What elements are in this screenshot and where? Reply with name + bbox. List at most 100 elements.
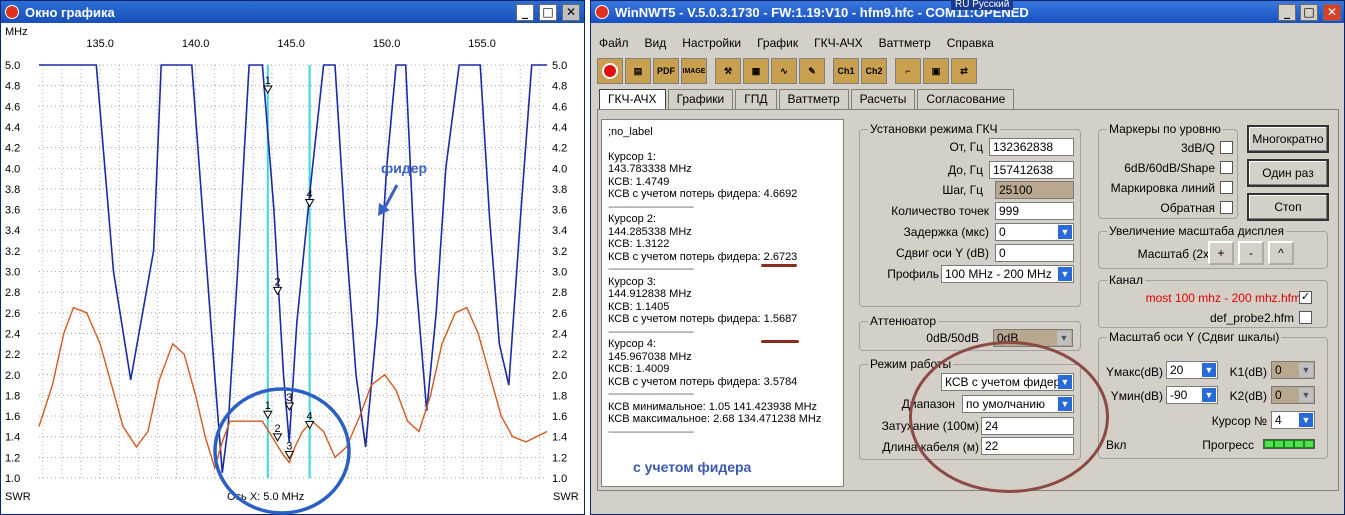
chevron-down-icon[interactable]: ▼ <box>1058 267 1072 281</box>
ch1-icon[interactable]: Ch1 <box>833 58 859 84</box>
probe-icon[interactable]: ✎ <box>799 58 825 84</box>
ymax-select[interactable]: 20 ▼ <box>1166 361 1218 379</box>
progress-bar <box>1263 439 1315 449</box>
graph-window-titlebar[interactable]: Окно графика _ □ ✕ <box>1 1 584 23</box>
minimize-icon[interactable]: _ <box>516 4 534 21</box>
group-title: Масштаб оси Y (Сдвиг шкалы) <box>1107 330 1282 344</box>
grid-icon[interactable]: ▦ <box>743 58 769 84</box>
channel2-checkbox[interactable] <box>1299 311 1312 324</box>
tab-graphs[interactable]: Графики <box>667 89 734 109</box>
language-indicator[interactable]: RU Русский <box>951 0 1014 10</box>
power-icon[interactable] <box>597 58 623 84</box>
y-tick-label-right: 3.8 <box>552 184 567 196</box>
close-icon[interactable]: ✕ <box>1323 4 1341 21</box>
maximize-icon[interactable]: □ <box>1300 4 1318 21</box>
chevron-down-icon[interactable]: ▼ <box>1202 388 1216 402</box>
cursor-marker-label: 1 <box>265 400 271 412</box>
step-input: 25100 <box>995 181 1074 199</box>
tab-gkch[interactable]: ГКЧ-АЧХ <box>599 89 666 109</box>
from-input[interactable]: 132362838 <box>989 138 1074 156</box>
memo-line: КСВ: 1.3122 <box>608 238 670 250</box>
minimize-icon[interactable]: _ <box>1278 4 1296 21</box>
stop-button[interactable]: Стоп <box>1247 193 1329 221</box>
cursor-marker-label: 3 <box>286 440 292 452</box>
step-icon[interactable]: ⌐ <box>895 58 921 84</box>
chevron-down-icon[interactable]: ▼ <box>1299 413 1313 427</box>
menu-help[interactable]: Справка <box>939 36 1002 50</box>
swr-chart[interactable]: 5.0 5.0 4.8 4.8 4.6 4.6 4.4 4.4 4.2 4.2 4.0 4.0 3.8 3… <box>1 23 586 515</box>
menu-view[interactable]: Вид <box>637 36 675 50</box>
marker-3db-checkbox[interactable] <box>1220 141 1233 154</box>
maximize-icon[interactable]: □ <box>539 4 557 21</box>
memo-line: КСВ: 1.4009 <box>608 363 670 375</box>
profile-label: Профиль <box>887 267 939 281</box>
chevron-down-icon[interactable]: ▼ <box>1058 225 1072 239</box>
marker-3db-label: 3dB/Q <box>1180 141 1215 155</box>
pdf-icon[interactable]: PDF <box>653 58 679 84</box>
menu-file[interactable]: Файл <box>591 36 637 50</box>
image-icon[interactable]: IMAGE <box>681 58 707 84</box>
print-icon[interactable]: ▤ <box>625 58 651 84</box>
ymin-select[interactable]: -90 ▼ <box>1166 386 1218 404</box>
tab-matching[interactable]: Согласование <box>917 89 1015 109</box>
menu-settings[interactable]: Настройки <box>674 36 749 50</box>
graph-window: Окно графика _ □ ✕ 5.0 5.0 4.8 4.8 4.6 4.6 4.4… <box>0 0 585 515</box>
chevron-down-icon[interactable]: ▼ <box>1202 363 1216 377</box>
delay-select[interactable]: 0 ▼ <box>995 223 1074 241</box>
menu-wattmeter[interactable]: Ваттметр <box>871 36 939 50</box>
profile-select[interactable]: 100 MHz - 200 MHz ▼ <box>941 265 1074 283</box>
zoom-reset-button[interactable]: ^ <box>1268 241 1294 265</box>
save-icon[interactable]: ▣ <box>923 58 949 84</box>
points-input[interactable]: 999 <box>995 202 1074 220</box>
menu-graph[interactable]: График <box>749 36 806 50</box>
on-label: Вкл <box>1106 438 1127 452</box>
y-tick-label-right: 3.0 <box>552 267 567 279</box>
memo-line: КСВ с учетом потерь фидера: 2.6723 <box>608 250 798 263</box>
marker-lines-label: Маркировка линий <box>1110 181 1215 195</box>
shift-input[interactable]: 0 <box>995 244 1074 262</box>
tab-wattmeter[interactable]: Ваттметр <box>778 89 849 109</box>
single-sweep-button[interactable]: Один раз <box>1247 159 1329 187</box>
swr-label-right: SWR <box>553 491 579 503</box>
swap-icon[interactable]: ⇄ <box>951 58 977 84</box>
y-tick-label-left: 2.4 <box>5 328 20 340</box>
zoom-in-button[interactable]: + <box>1208 241 1234 265</box>
k1-select: 0 ▼ <box>1271 361 1315 379</box>
memo-line: КСВ: 1.4749 <box>608 175 670 188</box>
results-memo[interactable]: ;no_label Курсор 1: 143.783338 MHz КСВ: … <box>601 119 844 487</box>
main-window-titlebar[interactable]: WinNWT5 - V.5.0.3.1730 - FW:1.19:V10 - h… <box>591 0 1344 23</box>
to-input[interactable]: 157412638 <box>989 161 1074 179</box>
y-tick-label-left: 2.2 <box>5 349 20 361</box>
y-tick-label-left: 1.8 <box>5 390 20 402</box>
wave-icon[interactable]: ∿ <box>771 58 797 84</box>
tools-icon[interactable]: ⚒ <box>715 58 741 84</box>
attenuator-label: 0dB/50dB <box>926 331 979 345</box>
tab-calculations[interactable]: Расчеты <box>850 89 916 109</box>
annotation-ellipse <box>909 341 1109 493</box>
ymax-label: Yмакс(dB) <box>1106 365 1163 379</box>
ch2-icon[interactable]: Ch2 <box>861 58 887 84</box>
close-icon[interactable]: ✕ <box>562 4 580 21</box>
marker-reverse-checkbox[interactable] <box>1220 201 1233 214</box>
y-tick-label-right: 3.6 <box>552 205 567 217</box>
cursor-marker <box>272 286 283 296</box>
menu-gkch[interactable]: ГКЧ-АЧХ <box>806 36 871 50</box>
memo-line: 143.783338 MHz <box>608 163 692 175</box>
multiple-sweep-button[interactable]: Многократно <box>1247 125 1329 153</box>
memo-line: КСВ: 1.1405 <box>608 300 670 313</box>
k2-label: K2(dB) <box>1229 389 1267 403</box>
marker-lines-checkbox[interactable] <box>1220 181 1233 194</box>
tab-gpd[interactable]: ГПД <box>735 89 777 109</box>
cursor-number-select[interactable]: 4 ▼ <box>1271 411 1315 429</box>
app-icon <box>5 5 19 19</box>
channel1-checkbox[interactable]: ✓ <box>1299 291 1312 304</box>
cursor-marker-label: 4 <box>307 189 313 201</box>
memo-line: Курсор 4: <box>608 338 656 350</box>
y-tick-label-right: 1.2 <box>552 452 567 464</box>
zoom-out-button[interactable]: - <box>1238 241 1264 265</box>
cursor-marker <box>304 199 315 208</box>
marker-6db-checkbox[interactable] <box>1220 161 1233 174</box>
y-tick-label-right: 3.4 <box>552 225 567 237</box>
y-tick-label-left: 3.0 <box>5 267 20 279</box>
memo-separator: -------------------------------- <box>608 325 694 338</box>
